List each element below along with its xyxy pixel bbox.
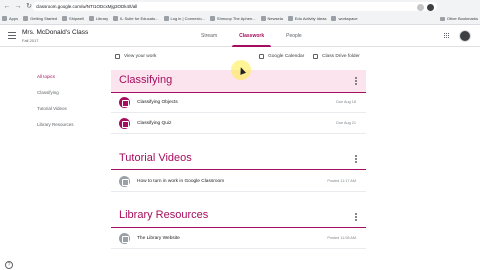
- bookmark-icon: [88, 16, 94, 21]
- back-icon[interactable]: ←: [3, 3, 11, 11]
- bookmark-apps[interactable]: Apps: [2, 16, 18, 21]
- class-drive-folder-button[interactable]: Class Drive folder: [313, 54, 360, 59]
- bookmark-item[interactable]: IL Suite for Educato...: [113, 16, 159, 21]
- sidebar-item-tutorial-videos[interactable]: Tutorial Videos: [37, 104, 74, 120]
- bookmark-icon: [260, 16, 266, 21]
- bookmark-icon: [113, 16, 119, 21]
- person-work-icon: [115, 54, 120, 59]
- topic-divider: [111, 227, 366, 228]
- menu-icon[interactable]: [8, 32, 16, 39]
- topic-divider: [111, 169, 366, 170]
- google-apps-icon[interactable]: [444, 33, 450, 39]
- google-calendar-button[interactable]: Google Calendar: [259, 54, 304, 59]
- bookmark-item[interactable]: workspace: [331, 16, 358, 21]
- topic-title-tutorial-videos[interactable]: Tutorial Videos: [119, 152, 192, 164]
- address-bar[interactable]: classroom.google.com/w/NTI1ODcxMjg3ODk4/…: [32, 2, 437, 11]
- assignment-icon: [119, 97, 130, 108]
- assignment-icon: [119, 118, 130, 129]
- material-icon: [119, 176, 130, 187]
- class-name[interactable]: Mrs. McDonald's Class: [22, 29, 88, 36]
- item-date: Due Aug 18: [336, 100, 356, 104]
- sidebar-item-all-topics[interactable]: All topics: [37, 72, 74, 88]
- url-text[interactable]: classroom.google.com/w/NTI1ODcxMjg3ODk4/…: [36, 4, 137, 9]
- bookmark-item[interactable]: Edu Activity Ideas: [287, 16, 326, 21]
- more-options-icon[interactable]: [355, 155, 357, 163]
- bookmarks-bar: Apps Getting Started Shipwell Library IL…: [2, 13, 478, 24]
- list-item[interactable]: The Library Website Posted 11:08 AM: [111, 229, 366, 249]
- topic-sidebar: All topics Classifying Tutorial Videos L…: [37, 72, 74, 136]
- class-section: Fall 2017: [22, 38, 39, 43]
- list-item[interactable]: Classifying Objects Due Aug 18: [111, 93, 366, 113]
- bookmark-icon: [209, 16, 215, 21]
- bookmark-item[interactable]: Newsela: [260, 16, 283, 21]
- topic-title-classifying[interactable]: Classifying: [119, 74, 172, 86]
- bookmark-icon: [287, 16, 293, 21]
- browser-chrome: ← → ↻ classroom.google.com/w/NTI1ODcxMjg…: [0, 0, 480, 25]
- material-icon: [119, 233, 130, 244]
- tab-stream[interactable]: Stream: [190, 25, 228, 47]
- tab-bar: Stream Classwork People: [190, 25, 313, 47]
- other-bookmarks[interactable]: Other Bookmarks: [439, 13, 478, 24]
- bookmark-icon: [331, 16, 337, 21]
- item-title: The Library Website: [137, 236, 180, 241]
- list-item[interactable]: How to turn in work in Google Classroom …: [111, 172, 366, 192]
- tab-people[interactable]: People: [275, 25, 313, 47]
- help-icon[interactable]: ?: [5, 261, 13, 269]
- topic-title-library-resources[interactable]: Library Resources: [119, 209, 208, 221]
- item-date: Posted 11:17 AM: [327, 179, 356, 183]
- classroom-header: Mrs. McDonald's Class Fall 2017 Stream C…: [0, 25, 480, 47]
- view-your-work-button[interactable]: View your work: [115, 54, 156, 59]
- more-options-icon[interactable]: [355, 77, 357, 85]
- extension-icons: [417, 4, 434, 11]
- item-date: Posted 11:08 AM: [327, 236, 356, 240]
- folder-icon: [313, 54, 318, 59]
- bookmark-icon: [62, 16, 68, 21]
- sidebar-item-classifying[interactable]: Classifying: [37, 88, 74, 104]
- folder-icon: [439, 16, 445, 21]
- forward-icon[interactable]: →: [14, 3, 22, 11]
- calendar-icon: [259, 54, 264, 59]
- bookmark-item[interactable]: Shmoop The Aphen...: [209, 16, 256, 21]
- more-options-icon[interactable]: [355, 213, 357, 221]
- item-title: Classifying Objects: [137, 100, 178, 105]
- bookmark-icon: [23, 16, 29, 21]
- bookmark-item[interactable]: Log in | Connexio...: [163, 16, 205, 21]
- list-item[interactable]: Classifying Quiz Due Aug 21: [111, 114, 366, 134]
- profile-icon[interactable]: [427, 4, 434, 11]
- avatar[interactable]: [459, 30, 471, 42]
- bookmark-item[interactable]: Library: [88, 16, 108, 21]
- sidebar-item-library-resources[interactable]: Library Resources: [37, 120, 74, 136]
- tab-classwork[interactable]: Classwork: [228, 25, 275, 47]
- apps-grid-icon: [2, 16, 7, 21]
- bookmark-item[interactable]: Getting Started: [23, 16, 57, 21]
- bookmark-icon: [163, 16, 169, 21]
- extension-icon[interactable]: [417, 4, 424, 11]
- item-title: How to turn in work in Google Classroom: [137, 179, 225, 184]
- item-date: Due Aug 21: [336, 121, 356, 125]
- item-title: Classifying Quiz: [137, 121, 172, 126]
- bookmark-item[interactable]: Shipwell: [62, 16, 84, 21]
